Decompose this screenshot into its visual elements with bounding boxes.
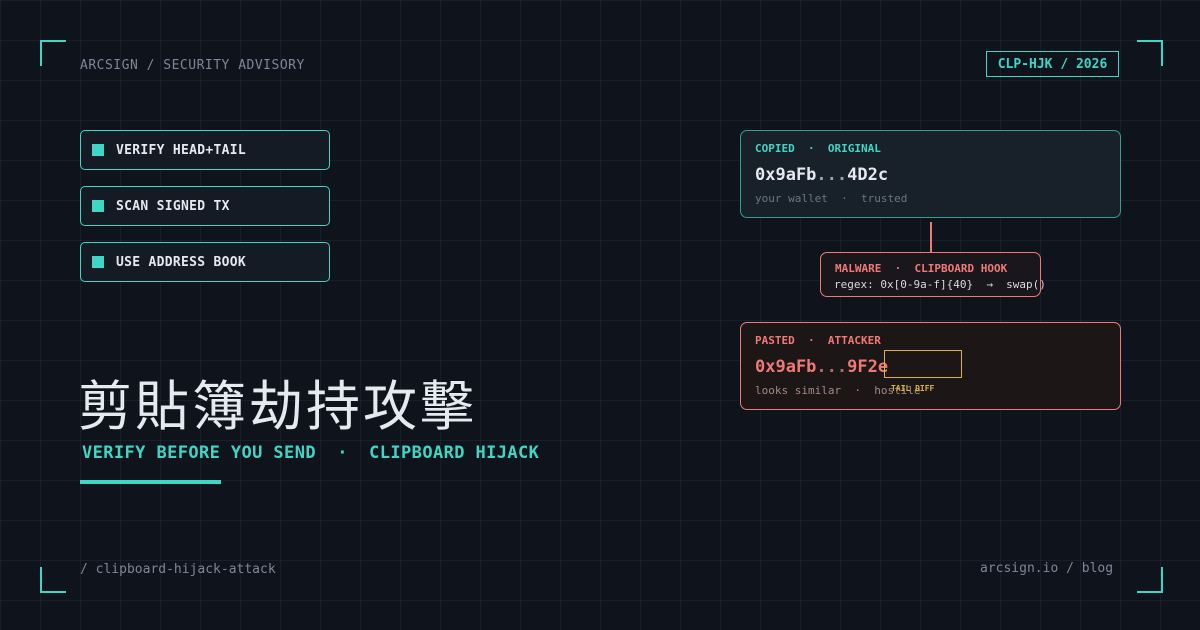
malware-hook-card: MALWARE · CLIPBOARD HOOK regex: 0x[0-9a-… [820,252,1046,297]
malware-card-header: MALWARE · CLIPBOARD HOOK [835,262,1008,275]
pasted-address-head: 0x9aFb [755,357,817,377]
checklist-item-use-address-book: USE ADDRESS BOOK [80,242,330,282]
corner-bracket-bottom-left [40,567,66,593]
original-card-footer: your wallet · trusted [755,192,908,205]
original-address-card: COPIED · ORIGINAL 0x9aFb...4D2c your wal… [740,130,1121,218]
checklist-label: USE ADDRESS BOOK [116,254,247,270]
original-card-header: COPIED · ORIGINAL [755,142,881,155]
brand-label: ARCSIGN / SECURITY ADVISORY [80,58,305,73]
pasted-address-separator: ... [816,357,848,377]
site-link[interactable]: arcsign.io / blog [980,561,1113,576]
original-address-separator: ... [816,165,848,185]
checklist-label: SCAN SIGNED TX [116,198,230,214]
checkbox-square-icon [92,200,104,212]
checkbox-square-icon [92,144,104,156]
advisory-code-badge: CLP-HJK / 2026 [986,51,1119,77]
original-address: 0x9aFb...4D2c [755,165,888,185]
checklist-item-scan-signed-tx: SCAN SIGNED TX [80,186,330,226]
malware-regex: regex: 0x[0-9a-f]{40} → swap() [834,278,1046,291]
pasted-address: 0x9aFb...9F2e [755,357,888,377]
pasted-address-tail: 9F2e [847,357,889,377]
original-address-tail: 4D2c [847,165,889,185]
tail-diff-label: TAIL DIFF [891,384,935,393]
corner-bracket-bottom-right [1137,567,1163,593]
article-slug: / clipboard-hijack-attack [80,562,276,577]
pasted-card-header: PASTED · ATTACKER [755,334,881,347]
tail-diff-highlight-box [884,350,962,378]
checklist-item-verify-head-tail: VERIFY HEAD+TAIL [80,130,330,170]
checklist-label: VERIFY HEAD+TAIL [116,142,247,158]
corner-bracket-top-right [1137,40,1163,66]
checkbox-square-icon [92,256,104,268]
corner-bracket-top-left [40,40,66,66]
page-subtitle: VERIFY BEFORE YOU SEND · CLIPBOARD HIJAC… [82,443,540,463]
accent-underline [80,480,221,484]
page-title: 剪貼簿劫持攻擊 [78,375,477,438]
flow-connector-line [930,222,932,252]
original-address-head: 0x9aFb [755,165,817,185]
